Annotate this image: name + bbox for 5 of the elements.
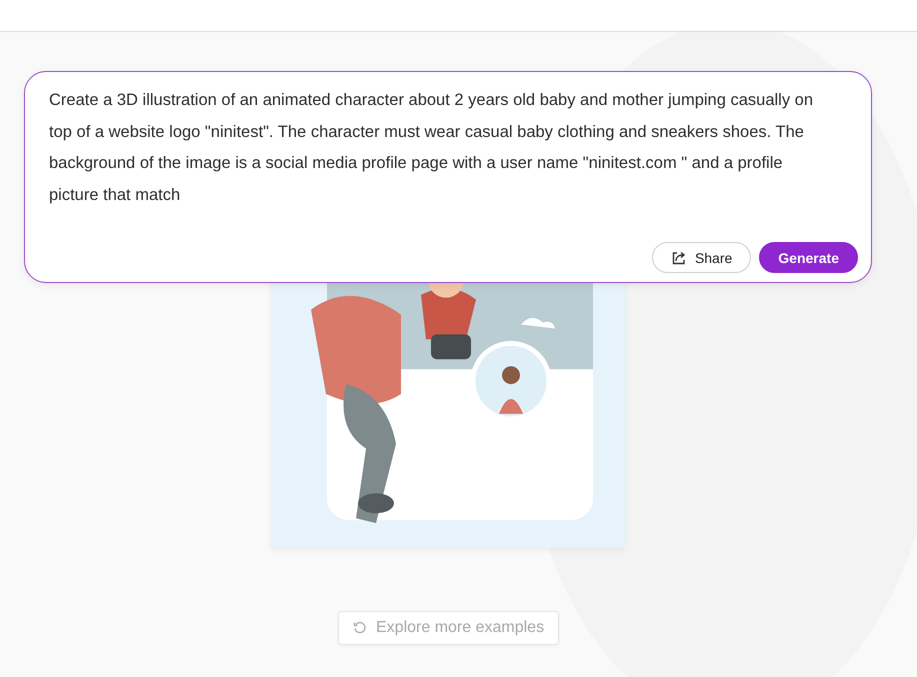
prompt-field[interactable]: Create a 3D illustration of an animated character about 2 years old baby and mother jumping casually on top of a website logo "ninitest". The character must wear casual baby clothing and sneakers shoes. The background of the image is a social media profile page with a user name "ninitest.com " and a profile picture that match bbox=[49, 85, 831, 215]
refresh-icon bbox=[353, 621, 367, 635]
share-button[interactable]: Share bbox=[652, 242, 752, 273]
generate-button[interactable]: Generate bbox=[759, 242, 858, 273]
share-icon bbox=[670, 250, 687, 266]
